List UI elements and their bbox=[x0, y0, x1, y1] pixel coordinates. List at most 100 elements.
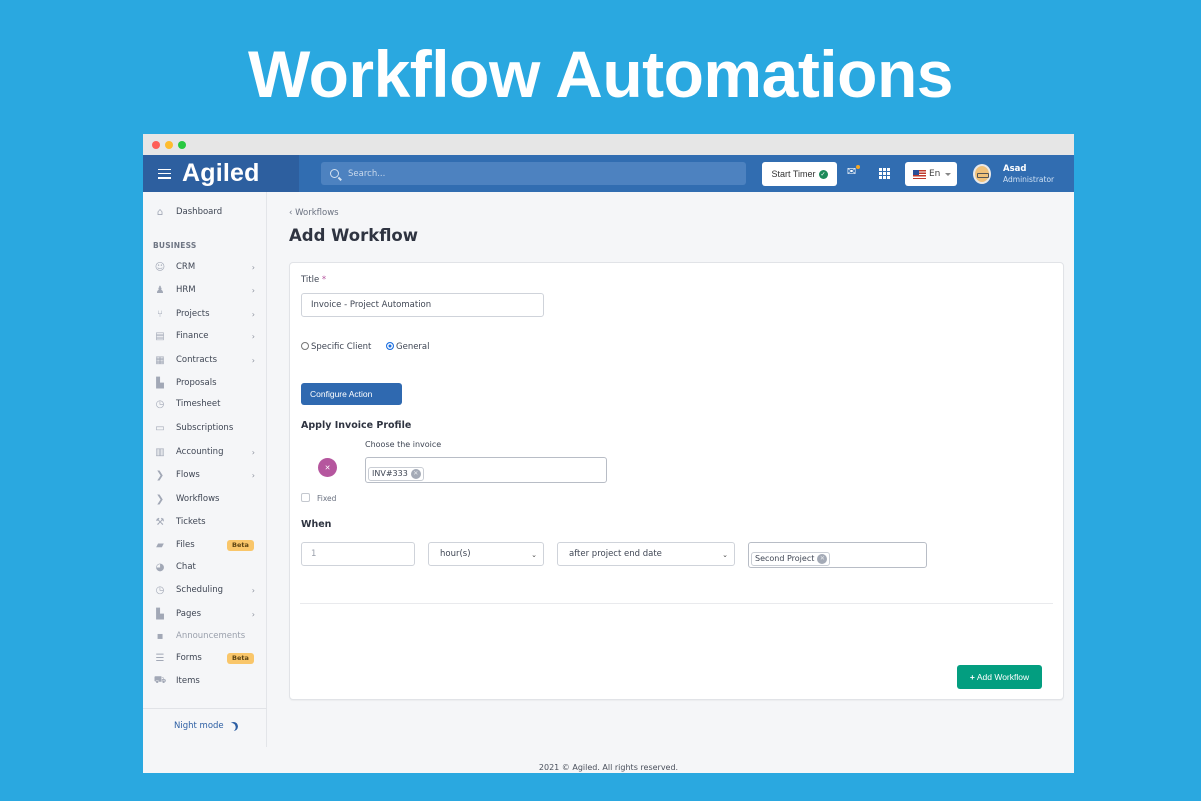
search-placeholder: Search... bbox=[348, 168, 386, 179]
sidebar-item-contracts[interactable]: ▦ Contracts › bbox=[154, 351, 264, 369]
window-minimize-button[interactable] bbox=[165, 140, 173, 149]
branch-icon: ⑂ bbox=[157, 308, 163, 320]
sidebar-item-label: Flows bbox=[176, 470, 200, 480]
sidebar-item-flows[interactable]: ❯ Flows › bbox=[154, 466, 264, 484]
radio-general[interactable]: General bbox=[386, 342, 430, 352]
chevron-right-icon: ❯ bbox=[155, 469, 165, 481]
chevron-right-icon: › bbox=[251, 262, 255, 272]
sidebar-item-label: Forms bbox=[176, 653, 202, 663]
credit-card-icon: ▭ bbox=[155, 422, 165, 434]
sidebar-item-label: Timesheet bbox=[176, 399, 221, 409]
user-name: Asad bbox=[1003, 163, 1027, 174]
title-input-value: Invoice - Project Automation bbox=[311, 300, 432, 310]
list-icon: ☰ bbox=[155, 652, 165, 664]
sidebar-item-label: Workflows bbox=[176, 494, 220, 504]
sidebar-item-finance[interactable]: ▤ Finance › bbox=[154, 327, 264, 345]
clock-icon: ◷ bbox=[155, 398, 165, 410]
remove-tag-icon[interactable]: ✕ bbox=[817, 553, 828, 564]
when-trigger-select[interactable]: after project end date ⌄ bbox=[557, 542, 735, 566]
night-mode-toggle[interactable]: Night mode bbox=[174, 721, 238, 731]
window-close-button[interactable] bbox=[152, 140, 160, 149]
sidebar-item-subscriptions[interactable]: ▭ Subscriptions bbox=[154, 419, 264, 437]
chevron-down-icon: ⌄ bbox=[722, 551, 728, 559]
sidebar-item-crm[interactable]: ☺ CRM › bbox=[154, 258, 264, 276]
sidebar-item-proposals[interactable]: ▙ Proposals bbox=[154, 374, 264, 392]
page-title: Add Workflow bbox=[289, 226, 419, 245]
when-amount-input[interactable]: 1 bbox=[301, 542, 415, 566]
chevron-right-icon: › bbox=[251, 285, 255, 295]
when-unit-value: hour(s) bbox=[440, 549, 471, 559]
fixed-checkbox[interactable] bbox=[301, 493, 310, 502]
caret-down-icon bbox=[945, 172, 952, 176]
required-asterisk: * bbox=[321, 275, 327, 285]
logo[interactable]: Agiled bbox=[182, 159, 260, 188]
search-icon bbox=[330, 169, 339, 178]
configure-action-button[interactable]: Configure Action bbox=[301, 383, 402, 405]
app-window: Agiled Search... Start Timer ✓ ✉ En Asad… bbox=[143, 134, 1074, 773]
sidebar-item-label: Finance bbox=[176, 331, 209, 341]
apps-grid-icon[interactable] bbox=[879, 168, 890, 179]
remove-action-button[interactable]: ✕ bbox=[318, 458, 337, 477]
sidebar-item-label: Announcements bbox=[176, 631, 246, 641]
clock-icon: ◷ bbox=[155, 584, 165, 596]
sidebar-divider bbox=[143, 708, 267, 709]
sidebar-item-announcements[interactable]: ▪ Announcements bbox=[154, 627, 264, 645]
radio-general-input[interactable] bbox=[386, 342, 394, 350]
apply-invoice-profile-heading: Apply Invoice Profile bbox=[301, 420, 412, 431]
user-profile-menu[interactable]: Asad Administrator bbox=[961, 155, 1074, 192]
bar-chart-icon: ▥ bbox=[155, 446, 165, 458]
sidebar-item-scheduling[interactable]: ◷ Scheduling › bbox=[154, 581, 264, 599]
breadcrumb[interactable]: ‹ Workflows bbox=[289, 208, 339, 218]
footer-copyright: 2021 © Agiled. All rights reserved. bbox=[538, 763, 679, 772]
start-timer-button[interactable]: Start Timer ✓ bbox=[762, 162, 837, 186]
chevron-right-icon: › bbox=[251, 585, 255, 595]
sidebar-item-workflows[interactable]: ❯ Workflows bbox=[154, 490, 264, 508]
page-icon: ▙ bbox=[156, 608, 164, 620]
invoice-tag: INV#333 ✕ bbox=[368, 466, 424, 481]
chevron-right-icon: ❯ bbox=[155, 493, 165, 505]
start-timer-label: Start Timer bbox=[771, 169, 816, 179]
sidebar-item-chat[interactable]: ◕ Chat bbox=[154, 558, 264, 576]
sidebar-item-accounting[interactable]: ▥ Accounting › bbox=[154, 443, 264, 461]
breadcrumb-workflows[interactable]: Workflows bbox=[295, 208, 338, 218]
sidebar-item-files[interactable]: ▰ Files Beta bbox=[154, 536, 264, 554]
sidebar-item-timesheet[interactable]: ◷ Timesheet bbox=[154, 395, 264, 413]
add-workflow-label: Add Workflow bbox=[976, 672, 1030, 682]
window-maximize-button[interactable] bbox=[178, 140, 186, 149]
sidebar-item-label: Pages bbox=[176, 609, 202, 619]
radio-specific-client-input[interactable] bbox=[301, 342, 309, 350]
add-workflow-button[interactable]: + Add Workflow bbox=[957, 665, 1042, 689]
brand: Agiled bbox=[143, 155, 299, 192]
sidebar-item-items[interactable]: ⛟ Items bbox=[154, 672, 264, 690]
chevron-right-icon: › bbox=[251, 609, 255, 619]
invoice-select[interactable]: INV#333 ✕ bbox=[365, 457, 607, 483]
folder-icon: ▰ bbox=[156, 539, 164, 551]
avatar bbox=[973, 163, 991, 184]
top-navbar: Agiled Search... Start Timer ✓ ✉ En Asad… bbox=[143, 155, 1074, 192]
sidebar-item-tickets[interactable]: ⚒ Tickets bbox=[154, 513, 264, 531]
language-selector[interactable]: En bbox=[905, 162, 957, 186]
project-tag: Second Project ✕ bbox=[751, 551, 831, 566]
sidebar-item-forms[interactable]: ☰ Forms Beta bbox=[154, 649, 264, 667]
beta-badge: Beta bbox=[227, 652, 254, 664]
project-select[interactable]: Second Project ✕ bbox=[748, 542, 927, 568]
cart-icon: ⛟ bbox=[153, 674, 167, 686]
hamburger-menu-icon[interactable] bbox=[158, 168, 171, 179]
when-unit-select[interactable]: hour(s) ⌄ bbox=[428, 542, 544, 566]
chevron-down-icon: ⌄ bbox=[531, 551, 537, 559]
notification-icon[interactable]: ✉ bbox=[847, 165, 860, 177]
hero-title: Workflow Automations bbox=[248, 37, 953, 111]
chevron-right-icon: › bbox=[251, 470, 255, 480]
chevron-right-icon: › bbox=[251, 355, 255, 365]
search-input[interactable]: Search... bbox=[321, 162, 746, 185]
sidebar-item-dashboard[interactable]: ⌂ Dashboard bbox=[154, 203, 264, 221]
sidebar-item-pages[interactable]: ▙ Pages › bbox=[154, 605, 264, 623]
invoice-icon: ▤ bbox=[155, 330, 165, 342]
title-input[interactable]: Invoice - Project Automation bbox=[301, 293, 544, 317]
sidebar-item-projects[interactable]: ⑂ Projects › bbox=[154, 305, 264, 323]
contract-icon: ▦ bbox=[155, 354, 165, 366]
remove-tag-icon[interactable]: ✕ bbox=[410, 468, 421, 479]
sidebar-item-hrm[interactable]: ♟ HRM › bbox=[154, 281, 264, 299]
sidebar-item-label: Accounting bbox=[176, 447, 224, 457]
radio-specific-client[interactable]: Specific Client bbox=[301, 342, 371, 352]
